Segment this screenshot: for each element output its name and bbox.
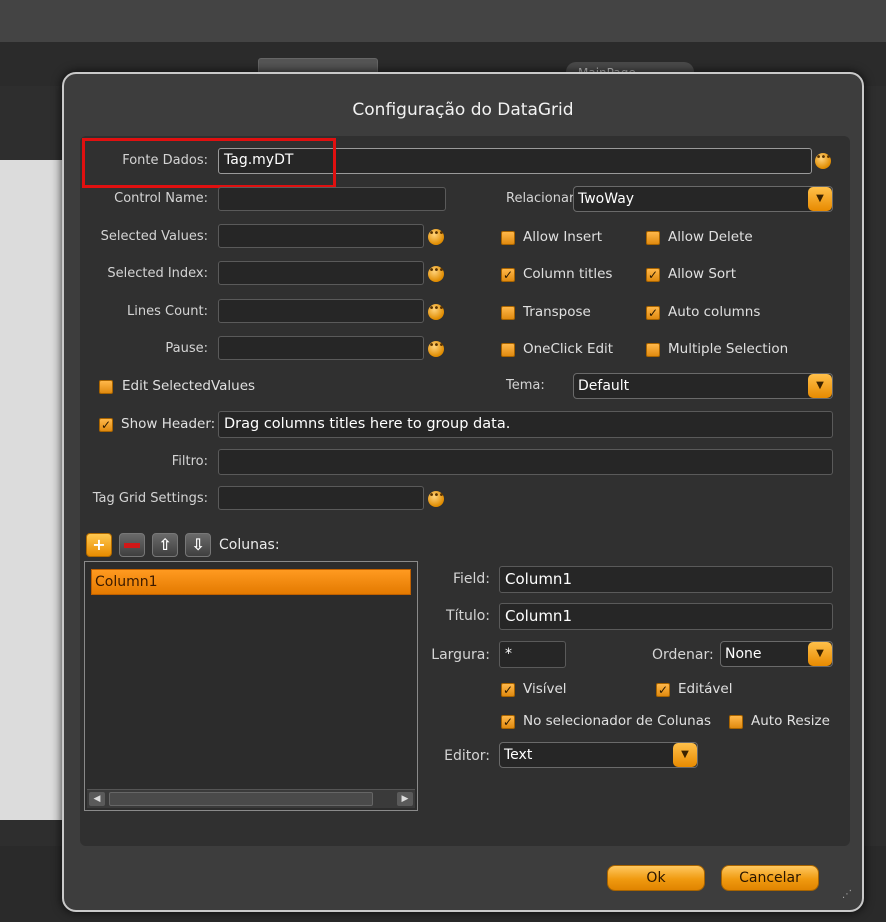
minus-icon: [124, 543, 140, 548]
arrow-down-icon: ⇩: [191, 535, 205, 554]
list-item[interactable]: Column1: [91, 569, 411, 595]
transpose-checkbox[interactable]: [501, 306, 515, 320]
selected-index-label: Selected Index:: [107, 266, 208, 281]
ordenar-value: None: [725, 646, 762, 662]
left-panel-canvas: [0, 160, 70, 820]
tag-grid-settings-label: Tag Grid Settings:: [92, 491, 208, 506]
lines-count-browse-icon[interactable]: •••: [428, 304, 444, 320]
field-label: Field:: [452, 571, 490, 587]
titulo-input[interactable]: Column1: [499, 603, 833, 630]
show-header-checkbox[interactable]: ✓: [99, 418, 113, 432]
remove-column-button[interactable]: [119, 533, 145, 557]
tag-grid-settings-input[interactable]: [218, 486, 424, 510]
columns-list[interactable]: Column1 ◀ ▶: [84, 561, 418, 811]
relacionar-label: Relacionar: [506, 191, 575, 206]
plus-icon: +: [92, 535, 106, 554]
fonte-dados-input[interactable]: Tag.myDT: [218, 148, 812, 174]
scroll-thumb[interactable]: [109, 792, 373, 806]
fonte-dados-browse-icon[interactable]: •••: [815, 153, 831, 169]
allow-insert-label: Allow Insert: [523, 229, 603, 245]
selected-values-browse-icon[interactable]: •••: [428, 229, 444, 245]
allow-delete-checkbox[interactable]: [646, 231, 660, 245]
chevron-down-icon[interactable]: ▼: [808, 642, 832, 666]
chevron-down-icon[interactable]: ▼: [673, 743, 697, 767]
move-down-button[interactable]: ⇩: [185, 533, 211, 557]
auto-resize-checkbox[interactable]: [729, 715, 743, 729]
arrow-up-icon: ⇧: [158, 535, 172, 554]
oneclick-edit-checkbox[interactable]: [501, 343, 515, 357]
relacionar-value: TwoWay: [578, 191, 635, 207]
selected-values-input[interactable]: [218, 224, 424, 248]
filtro-label: Filtro:: [171, 454, 208, 469]
dialog-title: Configuração do DataGrid: [352, 100, 574, 120]
visivel-checkbox[interactable]: ✓: [501, 683, 515, 697]
oneclick-edit-label: OneClick Edit: [523, 341, 614, 357]
multiple-selection-label: Multiple Selection: [668, 341, 789, 357]
editavel-checkbox[interactable]: ✓: [656, 683, 670, 697]
column-titles-label: Column titles: [523, 266, 613, 282]
allow-sort-checkbox[interactable]: ✓: [646, 268, 660, 282]
allow-delete-label: Allow Delete: [668, 229, 753, 245]
ordenar-select[interactable]: None ▼: [720, 641, 833, 667]
ordenar-label: Ordenar:: [652, 647, 714, 663]
field-input[interactable]: Column1: [499, 566, 833, 593]
editor-label: Editor:: [444, 748, 490, 764]
selected-index-browse-icon[interactable]: •••: [428, 266, 444, 282]
tema-value: Default: [578, 378, 630, 394]
pause-label: Pause:: [165, 341, 208, 356]
allow-sort-label: Allow Sort: [668, 266, 737, 282]
pause-input[interactable]: [218, 336, 424, 360]
column-titles-checkbox[interactable]: ✓: [501, 268, 515, 282]
lines-count-input[interactable]: [218, 299, 424, 323]
ok-button[interactable]: Ok: [607, 865, 705, 891]
edit-selected-values-checkbox[interactable]: [99, 380, 113, 394]
tag-grid-settings-browse-icon[interactable]: •••: [428, 491, 444, 507]
cancel-button[interactable]: Cancelar: [721, 865, 819, 891]
selected-index-input[interactable]: [218, 261, 424, 285]
selected-values-label: Selected Values:: [100, 229, 208, 244]
multiple-selection-checkbox[interactable]: [646, 343, 660, 357]
auto-columns-label: Auto columns: [668, 304, 761, 320]
chevron-down-icon[interactable]: ▼: [808, 187, 832, 211]
tema-label: Tema:: [506, 378, 545, 393]
no-selecionador-label: No selecionador de Colunas: [523, 713, 711, 729]
app-top-area: [0, 0, 886, 42]
editor-value: Text: [504, 747, 533, 763]
control-name-input[interactable]: [218, 187, 446, 211]
largura-input[interactable]: *: [499, 641, 566, 668]
scroll-left-icon[interactable]: ◀: [89, 792, 105, 806]
horizontal-scrollbar[interactable]: ◀ ▶: [87, 789, 415, 808]
add-column-button[interactable]: +: [86, 533, 112, 557]
lines-count-label: Lines Count:: [127, 304, 208, 319]
resize-grip-icon[interactable]: ⋰: [842, 889, 852, 900]
titulo-label: Título:: [446, 608, 490, 624]
transpose-label: Transpose: [523, 304, 591, 320]
editor-select[interactable]: Text ▼: [499, 742, 698, 768]
chevron-down-icon[interactable]: ▼: [808, 374, 832, 398]
colunas-label: Colunas:: [219, 537, 280, 553]
auto-resize-label: Auto Resize: [751, 713, 830, 729]
edit-selected-values-label: Edit SelectedValues: [122, 378, 256, 394]
pause-browse-icon[interactable]: •••: [428, 341, 444, 357]
largura-label: Largura:: [431, 647, 490, 663]
show-header-label: Show Header:: [121, 416, 216, 432]
editavel-label: Editável: [678, 681, 733, 697]
scroll-right-icon[interactable]: ▶: [397, 792, 413, 806]
no-selecionador-checkbox[interactable]: ✓: [501, 715, 515, 729]
control-name-label: Control Name:: [114, 191, 208, 206]
filtro-input[interactable]: [218, 449, 833, 475]
relacionar-select[interactable]: TwoWay ▼: [573, 186, 833, 212]
show-header-input[interactable]: Drag columns titles here to group data.: [218, 411, 833, 438]
allow-insert-checkbox[interactable]: [501, 231, 515, 245]
fonte-dados-label: Fonte Dados:: [122, 153, 208, 168]
move-up-button[interactable]: ⇧: [152, 533, 178, 557]
visivel-label: Visível: [523, 681, 567, 697]
auto-columns-checkbox[interactable]: ✓: [646, 306, 660, 320]
tema-select[interactable]: Default ▼: [573, 373, 833, 399]
